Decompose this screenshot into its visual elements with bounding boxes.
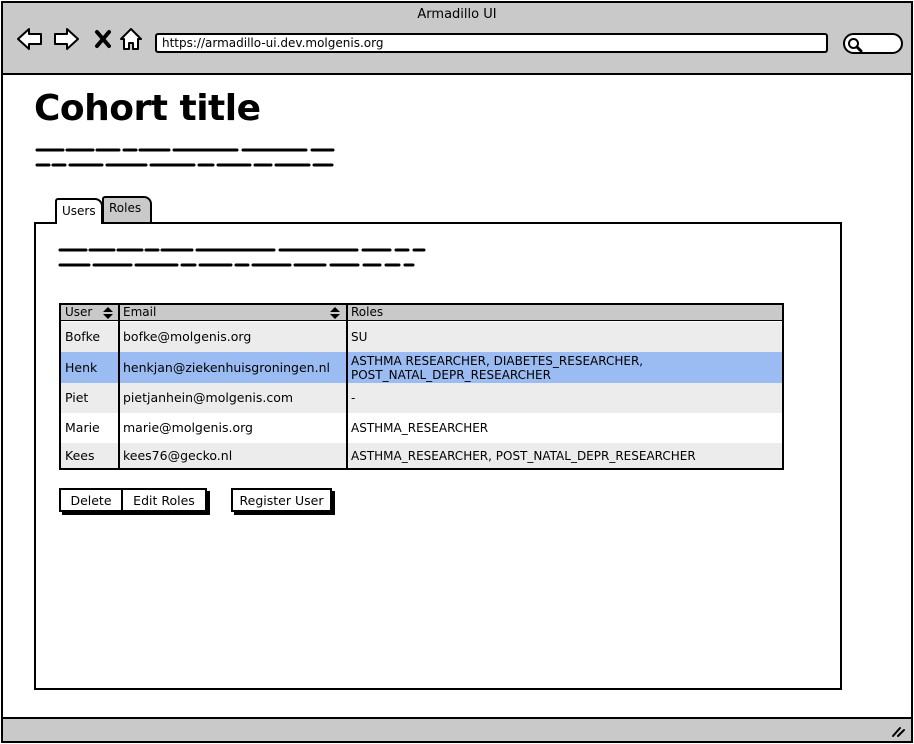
register-user-button[interactable]: Register User [231,488,332,512]
address-bar[interactable]: https://armadillo-ui.dev.molgenis.org [155,33,828,53]
cell-email: pietjanhein@molgenis.com [123,390,294,405]
table-row[interactable]: Marie marie@molgenis.org ASTHMA_RESEARCH… [61,413,782,443]
title-bar: Armadillo UI https://armadillo-ui.dev.mo… [3,3,911,75]
close-icon [95,30,111,48]
cell-roles: - [351,391,356,405]
browser-search-input[interactable] [843,33,903,54]
cell-user: Kees [65,447,95,463]
tab-users-label: Users [62,204,96,218]
cell-email: marie@molgenis.org [123,420,253,435]
home-icon [120,28,142,50]
tab-roles-label: Roles [109,201,142,215]
cell-email: henkjan@ziekenhuisgroningen.nl [123,359,330,375]
resize-grip-icon[interactable] [891,725,905,737]
cell-email: bofke@molgenis.org [123,329,252,344]
column-header-email[interactable]: Email [119,305,347,321]
cell-user: Marie [65,420,100,435]
column-header-roles[interactable]: Roles [347,305,782,321]
panel-description-scribble [58,248,426,267]
status-bar [3,717,911,741]
table-row[interactable]: Bofke bofke@molgenis.org SU [61,322,782,352]
forward-button[interactable] [53,25,81,53]
table-row-selected[interactable]: Henk henkjan@ziekenhuisgroningen.nl ASTH… [61,352,782,383]
sort-icon [103,307,113,319]
column-divider[interactable] [346,305,348,468]
cell-roles: SU [351,330,368,344]
description-scribble [35,148,335,167]
forward-arrow-icon [54,28,79,50]
page-title: Cohort title [34,88,261,129]
delete-button[interactable]: Delete [59,488,123,512]
back-arrow-icon [17,28,42,50]
back-button[interactable] [15,25,43,53]
table-row[interactable]: Kees kees76@gecko.nl ASTHMA_RESEARCHER, … [61,443,782,468]
tab-roles[interactable]: Roles [102,196,152,222]
cell-user: Piet [65,390,89,405]
cell-roles: ASTHMA RESEARCHER, DIABETES_RESEARCHER, … [351,353,644,382]
tab-users[interactable]: Users [55,198,103,224]
users-table: User Email Roles Bofke bofke@molgenis.or… [59,303,784,470]
search-icon [848,38,863,53]
column-header-user[interactable]: User [61,305,119,321]
cell-user: Bofke [65,329,101,344]
table-header: User Email Roles [61,305,782,321]
window-title: Armadillo UI [417,7,497,22]
cell-roles: ASTHMA_RESEARCHER [351,421,489,435]
stop-button[interactable] [89,25,117,53]
cell-user: Henk [65,359,98,375]
edit-roles-button[interactable]: Edit Roles [121,488,207,512]
cell-email: kees76@gecko.nl [123,447,233,463]
cell-roles: ASTHMA_RESEARCHER, POST_NATAL_DEPR_RESEA… [351,448,696,463]
table-row[interactable]: Piet pietjanhein@molgenis.com - [61,383,782,413]
sort-icon [330,307,340,319]
home-button[interactable] [117,25,145,53]
column-divider[interactable] [118,305,120,468]
